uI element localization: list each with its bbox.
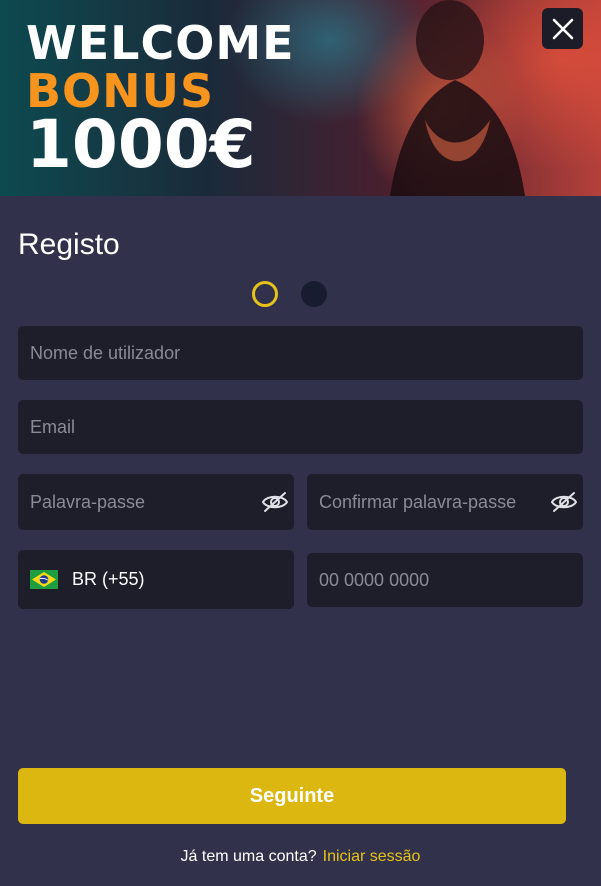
phone-input[interactable] [307,553,583,607]
username-input[interactable] [18,326,583,380]
email-input[interactable] [18,400,583,454]
close-icon [552,18,573,39]
brazil-flag-icon [30,570,58,589]
registration-modal: WELCOME BONUS 1000€ Registo BR (+55) [0,0,601,886]
welcome-bonus-banner: WELCOME BONUS 1000€ [0,0,601,196]
step-1-dot [252,281,278,307]
login-link[interactable]: Iniciar sessão [323,848,421,865]
close-button[interactable] [542,8,583,49]
login-prompt: Já tem uma conta? Iniciar sessão [0,848,601,866]
confirm-password-input[interactable] [307,474,583,530]
banner-model-image [390,0,525,196]
next-button[interactable]: Seguinte [18,768,566,824]
banner-welcome-text: WELCOME [26,16,295,70]
login-question: Já tem uma conta? [180,848,317,865]
page-title: Registo [18,228,120,261]
hide-password-icon[interactable] [261,491,289,513]
step-2-dot [301,281,327,307]
country-code-value: BR (+55) [72,569,145,589]
step-indicator [252,281,328,307]
banner-amount-text: 1000€ [26,106,256,183]
password-input[interactable] [18,474,294,530]
country-code-select[interactable]: BR (+55) [18,550,294,609]
hide-confirm-password-icon[interactable] [550,491,578,513]
